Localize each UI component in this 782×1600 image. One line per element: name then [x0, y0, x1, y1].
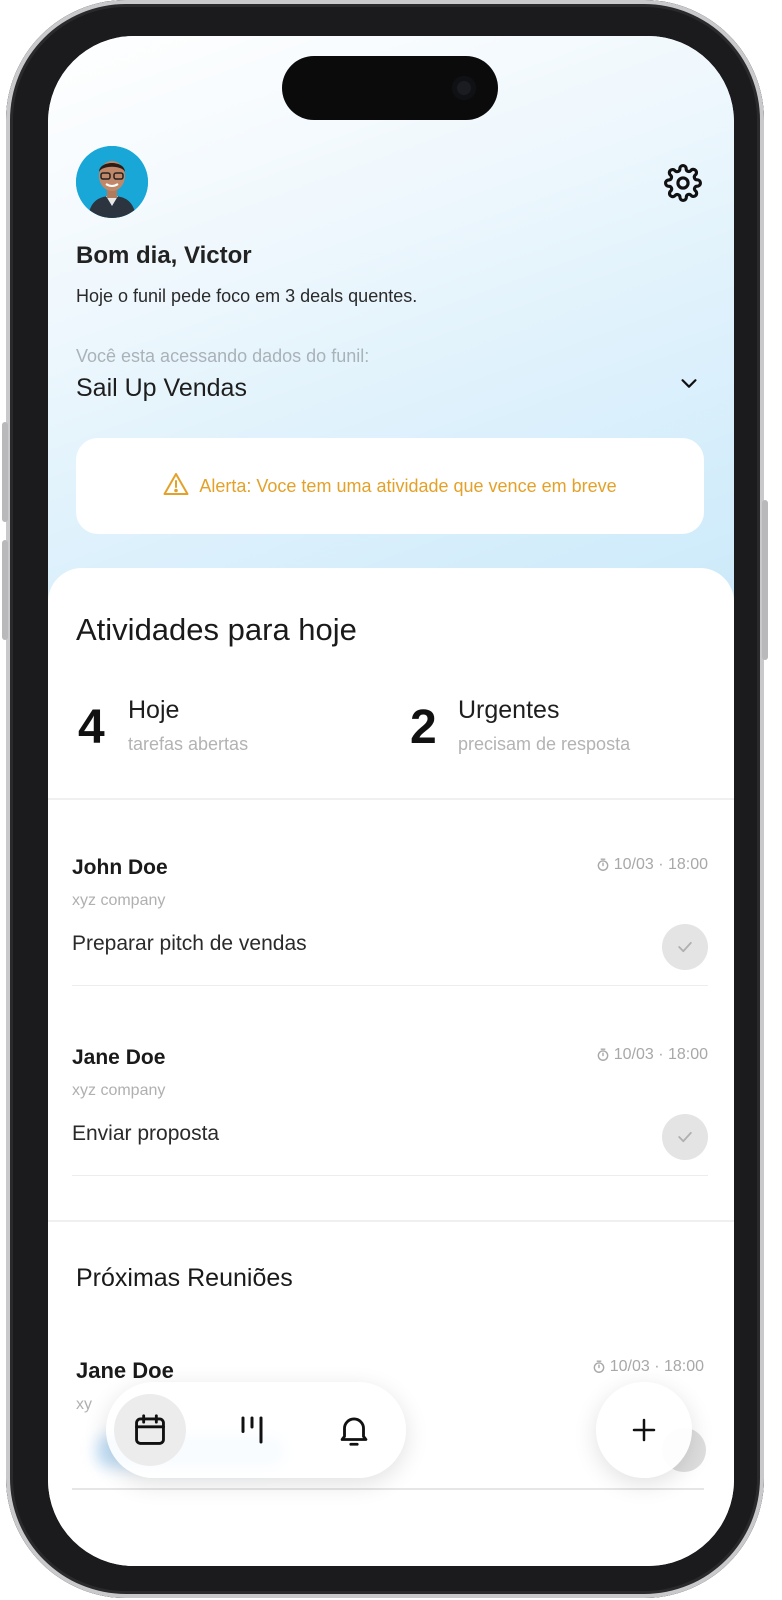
timer-icon [597, 1048, 609, 1061]
plus-icon [632, 1418, 656, 1442]
meeting-divider [72, 1488, 704, 1490]
complete-check-button[interactable] [662, 924, 708, 970]
timer-icon [597, 858, 609, 871]
stat-today-number: 4 [78, 701, 105, 754]
funnel-hint-label: Você esta acessando dados do funil: [76, 346, 370, 366]
activity-task: Enviar proposta [72, 1122, 220, 1145]
settings-gear-icon[interactable] [664, 164, 702, 202]
avatar[interactable] [76, 146, 148, 218]
check-icon [678, 1131, 692, 1143]
activity-company: xyz company [72, 1082, 166, 1099]
activity-contact-name: John Doe [72, 856, 168, 879]
activity-time-text: 10/03 · 18:00 [613, 856, 708, 873]
greeting-title: Bom dia, Victor [76, 242, 252, 269]
bell-icon [340, 1417, 368, 1446]
activity-row[interactable]: Jane Doe 10/03 · 18:00 xyz company Envia… [72, 1026, 708, 1176]
activity-time-text: 10/03 · 18:00 [613, 1046, 708, 1063]
activity-time: 10/03 · 18:00 [596, 856, 708, 874]
stat-urgent-sub: precisam de resposta [458, 734, 631, 754]
activities-title: Atividades para hoje [76, 612, 357, 647]
power-button [762, 500, 768, 660]
stat-urgent-number: 2 [410, 701, 437, 754]
section-divider [48, 798, 734, 800]
nav-pipeline-button[interactable] [216, 1394, 288, 1466]
kanban-icon [241, 1416, 263, 1444]
funnel-selector[interactable]: Sail Up Vendas [76, 374, 247, 403]
calendar-icon [135, 1414, 165, 1445]
meeting-time: 10/03 · 18:00 [592, 1358, 704, 1376]
complete-check-button[interactable] [662, 1114, 708, 1160]
volume-down-button [2, 540, 8, 640]
bottom-nav [106, 1382, 406, 1478]
alert-banner[interactable]: Alerta: Voce tem uma atividade que vence… [76, 438, 704, 534]
stat-today-label: Hoje [128, 696, 180, 724]
dynamic-island [282, 56, 498, 120]
check-icon [678, 941, 692, 953]
add-button[interactable] [596, 1382, 692, 1478]
stat-today-sub: tarefas abertas [128, 734, 249, 754]
volume-up-button [2, 422, 8, 522]
activity-row[interactable]: John Doe 10/03 · 18:00 xyz company Prepa… [72, 836, 708, 986]
stat-urgent-label: Urgentes [458, 696, 560, 724]
timer-icon [593, 1360, 605, 1373]
screen: Bom dia, Victor Hoje o funil pede foco e… [48, 36, 734, 1566]
warning-triangle-icon [163, 472, 189, 501]
nav-notifications-button[interactable] [318, 1394, 390, 1466]
activity-company: xyz company [72, 892, 166, 909]
activity-task: Preparar pitch de vendas [72, 932, 307, 955]
meetings-title: Próximas Reuniões [76, 1264, 293, 1292]
activity-contact-name: Jane Doe [72, 1046, 166, 1069]
alert-text: Alerta: Voce tem uma atividade que vence… [199, 475, 617, 496]
activity-time: 10/03 · 18:00 [596, 1046, 708, 1064]
phone-frame: Bom dia, Victor Hoje o funil pede foco e… [2, 0, 768, 1598]
meeting-company: xy [76, 1396, 92, 1413]
nav-calendar-button[interactable] [114, 1394, 186, 1466]
chevron-down-icon[interactable] [678, 372, 700, 394]
greeting-subtitle: Hoje o funil pede foco em 3 deals quente… [76, 286, 418, 306]
meeting-time-text: 10/03 · 18:00 [609, 1358, 704, 1375]
section-divider [48, 1220, 734, 1222]
meeting-contact-name: Jane Doe [76, 1358, 174, 1383]
